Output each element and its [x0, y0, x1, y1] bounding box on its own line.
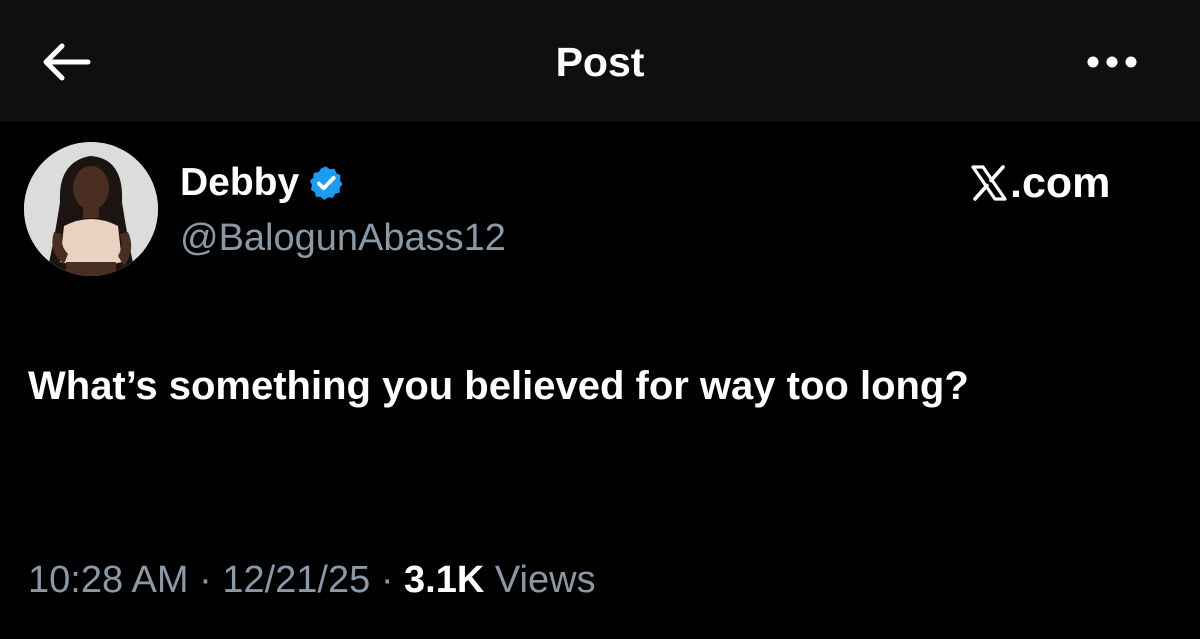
views-count[interactable]: 3.1K [404, 559, 484, 601]
watermark-text: .com [1010, 159, 1111, 207]
verified-badge-icon [310, 166, 343, 200]
arrow-left-icon [43, 43, 91, 81]
more-options-button[interactable] [1080, 40, 1144, 84]
page-title: Post [555, 39, 645, 85]
x-logo-icon [971, 165, 1007, 201]
post-meta: 10:28 AM · 12/21/25 · 3.1K Views [28, 556, 596, 604]
meta-separator: · [188, 559, 223, 601]
top-bar: Post [0, 0, 1200, 122]
post-text: What’s something you believed for way to… [28, 364, 969, 408]
avatar[interactable] [24, 142, 158, 276]
more-horizontal-icon [1087, 56, 1137, 68]
back-button[interactable] [30, 32, 102, 92]
meta-separator: · [370, 559, 405, 601]
post-time[interactable]: 10:28 AM [28, 559, 189, 601]
avatar-image [24, 142, 158, 276]
display-name-text: Debby [180, 161, 300, 204]
post-date[interactable]: 12/21/25 [222, 559, 370, 601]
author-handle[interactable]: @BalogunAbass12 [180, 215, 506, 261]
author-name[interactable]: Debby [180, 158, 345, 208]
views-label: Views [484, 559, 596, 601]
x-com-watermark: .com [970, 158, 1110, 208]
